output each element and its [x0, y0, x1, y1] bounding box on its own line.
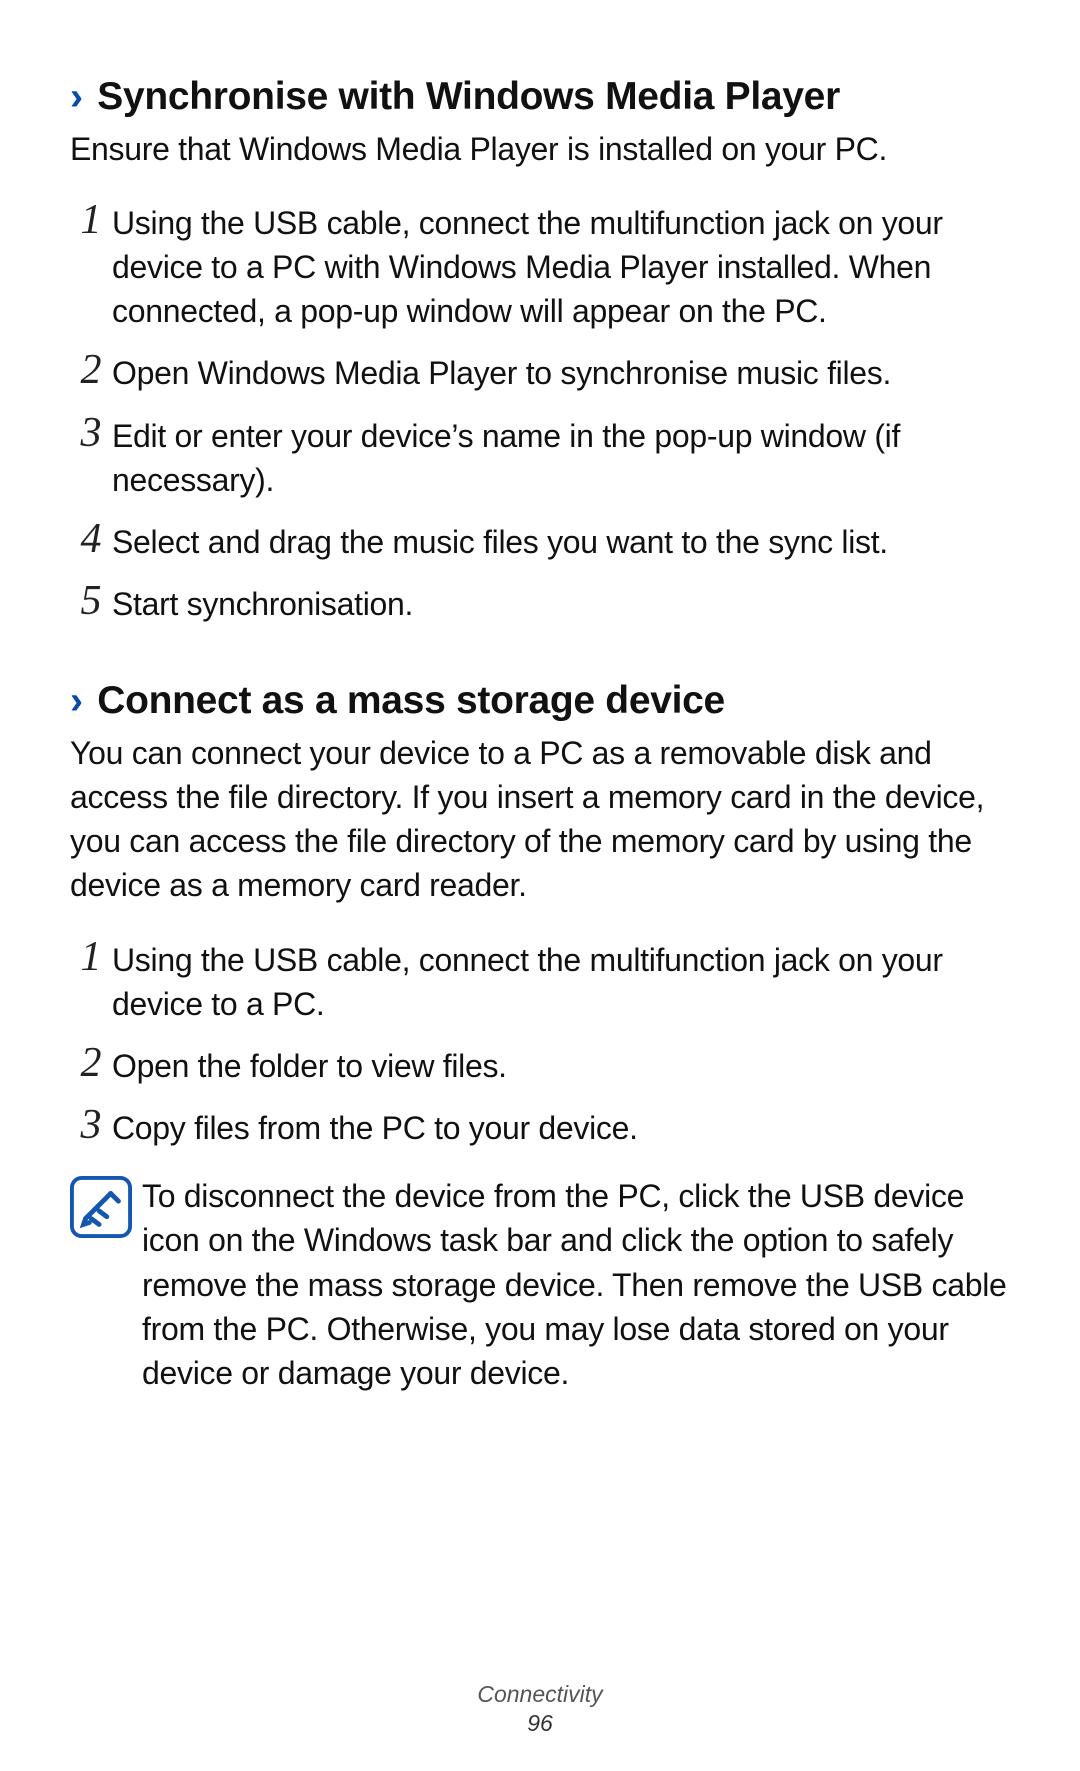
section-title-sync: › Synchronise with Windows Media Player [70, 74, 1010, 121]
list-item: 4 Select and drag the music files you wa… [70, 518, 1010, 564]
footer-section-label: Connectivity [0, 1681, 1080, 1708]
list-item: 2 Open the folder to view files. [70, 1042, 1010, 1088]
note-icon [70, 1176, 132, 1238]
section2-steps: 1 Using the USB cable, connect the multi… [70, 936, 1010, 1151]
list-item: 1 Using the USB cable, connect the multi… [70, 936, 1010, 1026]
step-number: 4 [70, 518, 112, 560]
list-item: 5 Start synchronisation. [70, 580, 1010, 626]
step-text: Open Windows Media Player to synchronise… [112, 349, 1010, 395]
step-number: 1 [70, 199, 112, 241]
page-footer: Connectivity 96 [0, 1681, 1080, 1737]
section2-title-text: Connect as a mass storage device [97, 679, 725, 722]
step-text: Start synchronisation. [112, 580, 1010, 626]
footer-page-number: 96 [0, 1710, 1080, 1737]
list-item: 3 Edit or enter your device’s name in th… [70, 412, 1010, 502]
step-number: 2 [70, 349, 112, 391]
step-number: 5 [70, 580, 112, 622]
list-item: 3 Copy files from the PC to your device. [70, 1104, 1010, 1150]
step-text: Using the USB cable, connect the multifu… [112, 936, 1010, 1026]
step-number: 3 [70, 412, 112, 454]
section-title-mass-storage: › Connect as a mass storage device [70, 678, 1010, 725]
chevron-icon: › [70, 678, 83, 725]
chevron-icon: › [70, 74, 83, 121]
note-text: To disconnect the device from the PC, cl… [142, 1174, 1010, 1395]
note-block: To disconnect the device from the PC, cl… [70, 1174, 1010, 1395]
section2-intro: You can connect your device to a PC as a… [70, 731, 1010, 908]
step-number: 3 [70, 1104, 112, 1146]
list-item: 1 Using the USB cable, connect the multi… [70, 199, 1010, 333]
list-item: 2 Open Windows Media Player to synchroni… [70, 349, 1010, 395]
step-number: 1 [70, 936, 112, 978]
page-content: › Synchronise with Windows Media Player … [0, 0, 1080, 1395]
step-text: Open the folder to view files. [112, 1042, 1010, 1088]
step-text: Copy files from the PC to your device. [112, 1104, 1010, 1150]
section1-steps: 1 Using the USB cable, connect the multi… [70, 199, 1010, 626]
section1-title-text: Synchronise with Windows Media Player [97, 75, 840, 118]
step-text: Using the USB cable, connect the multifu… [112, 199, 1010, 333]
section1-intro: Ensure that Windows Media Player is inst… [70, 127, 1010, 171]
step-text: Edit or enter your device’s name in the … [112, 412, 1010, 502]
step-text: Select and drag the music files you want… [112, 518, 1010, 564]
step-number: 2 [70, 1042, 112, 1084]
section2: › Connect as a mass storage device You c… [70, 678, 1010, 1395]
